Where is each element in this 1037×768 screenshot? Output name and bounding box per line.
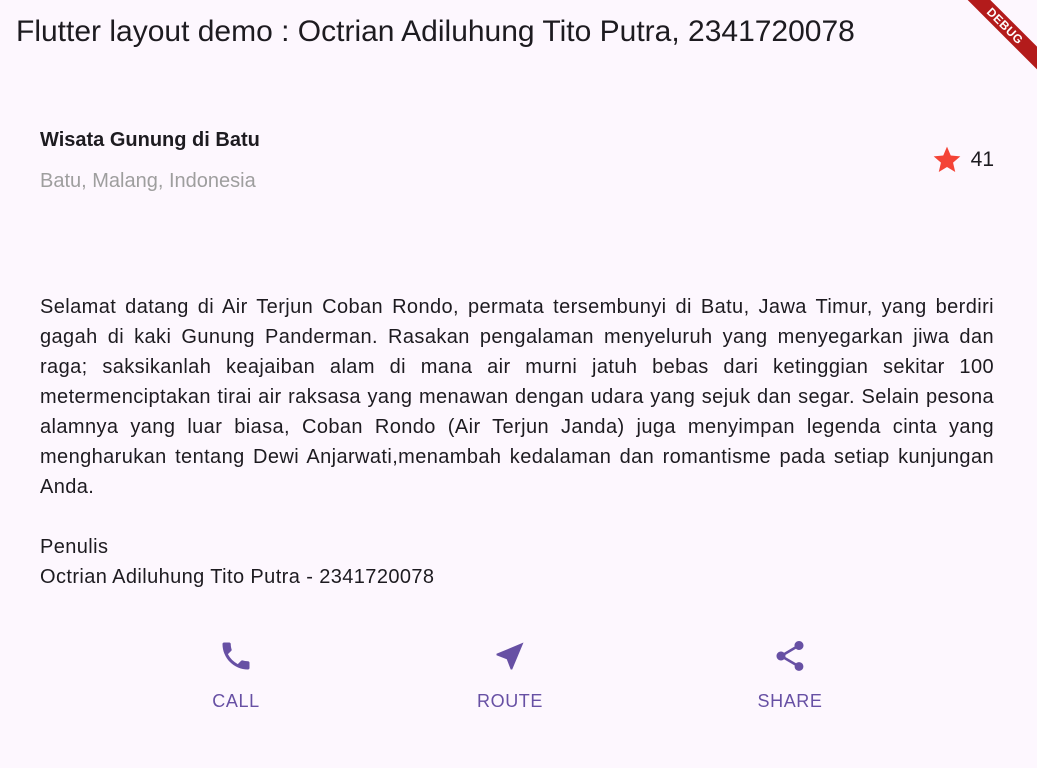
- app-bar-title: Flutter layout demo : Octrian Adiluhung …: [16, 15, 855, 48]
- description-text: Selamat datang di Air Terjun Coban Rondo…: [40, 296, 994, 498]
- call-button[interactable]: CALL: [176, 638, 296, 718]
- share-button[interactable]: SHARE: [730, 638, 850, 718]
- route-button[interactable]: ROUTE: [450, 638, 570, 718]
- place-name: Wisata Gunung di Batu: [40, 129, 260, 151]
- writer-name: Octrian Adiluhung Tito Putra - 234172007…: [40, 566, 435, 588]
- route-label: ROUTE: [477, 691, 543, 711]
- description-section: Selamat datang di Air Terjun Coban Rondo…: [40, 292, 994, 592]
- rating: 41: [931, 144, 994, 176]
- place-location: Batu, Malang, Indonesia: [40, 170, 256, 192]
- app-bar: Flutter layout demo : Octrian Adiluhung …: [0, 0, 1037, 66]
- near-me-icon: [496, 642, 524, 670]
- rating-count: 41: [970, 148, 994, 171]
- star-icon: [933, 146, 960, 172]
- share-icon: [776, 641, 804, 671]
- title-section: Wisata Gunung di Batu Batu, Malang, Indo…: [40, 122, 994, 202]
- button-section: CALL ROUTE SHARE: [0, 638, 1037, 718]
- phone-icon: [222, 642, 250, 670]
- share-label: SHARE: [757, 691, 823, 711]
- call-label: CALL: [212, 691, 260, 711]
- writer-label: Penulis: [40, 536, 109, 558]
